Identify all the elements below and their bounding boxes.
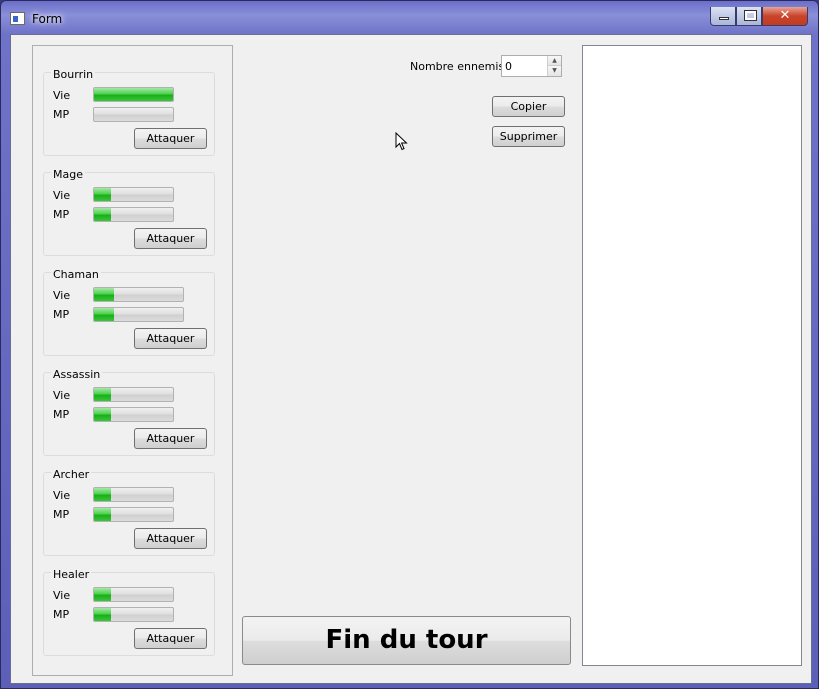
output-panel[interactable] <box>582 45 802 666</box>
mp-bar-fill <box>94 408 112 421</box>
mp-progress-bar <box>93 607 174 622</box>
window-title: Form <box>32 12 63 26</box>
character-group-assassin: Assassin Vie MP Attaquer <box>43 368 215 456</box>
vie-progress-bar <box>93 187 174 202</box>
vie-progress-bar <box>93 287 184 302</box>
vie-bar-fill <box>94 388 112 401</box>
attack-button[interactable]: Attaquer <box>134 628 207 649</box>
close-icon: ✕ <box>779 8 791 23</box>
character-name: Assassin <box>51 368 103 381</box>
character-group-archer: Archer Vie MP Attaquer <box>43 468 215 556</box>
enemy-count-label: Nombre ennemis : <box>410 60 512 73</box>
mp-label: MP <box>53 208 70 221</box>
characters-panel: Bourrin Vie MP Attaquer Mage Vie MP Attaquer Cha… <box>32 45 233 676</box>
character-group-healer: Healer Vie MP Attaquer <box>43 568 215 656</box>
form-app-icon <box>10 12 25 25</box>
delete-button[interactable]: Supprimer <box>492 126 565 147</box>
title-bar[interactable]: Form ✕ <box>1 1 818 33</box>
mp-label: MP <box>53 108 70 121</box>
mp-bar-fill <box>94 208 112 221</box>
vie-bar-fill <box>94 288 114 301</box>
mp-progress-bar <box>93 207 174 222</box>
vie-label: Vie <box>53 489 71 502</box>
copy-button[interactable]: Copier <box>492 96 565 117</box>
vie-progress-bar <box>93 487 174 502</box>
character-group-chaman: Chaman Vie MP Attaquer <box>43 268 215 356</box>
spin-up-arrow-icon[interactable]: ▲ <box>548 56 561 66</box>
mp-bar-fill <box>94 608 112 621</box>
mp-progress-bar <box>93 307 184 322</box>
vie-label: Vie <box>53 389 71 402</box>
form-client-area: Bourrin Vie MP Attaquer Mage Vie MP Attaquer Cha… <box>10 34 812 684</box>
mp-progress-bar <box>93 107 174 122</box>
vie-bar-fill <box>94 588 112 601</box>
vie-bar-fill <box>94 188 112 201</box>
minimize-button[interactable] <box>710 7 736 26</box>
character-name: Mage <box>51 168 85 181</box>
character-group-bourrin: Bourrin Vie MP Attaquer <box>43 68 215 156</box>
vie-bar-fill <box>94 488 112 501</box>
mp-label: MP <box>53 308 70 321</box>
app-window: Form ✕ Bourrin Vie MP Attaquer Mage Vie MP Atta… <box>0 0 819 689</box>
vie-progress-bar <box>93 387 174 402</box>
vie-progress-bar <box>93 587 174 602</box>
vie-label: Vie <box>53 89 71 102</box>
maximize-button[interactable] <box>736 7 762 26</box>
mp-bar-fill <box>94 508 112 521</box>
attack-button[interactable]: Attaquer <box>134 528 207 549</box>
attack-button[interactable]: Attaquer <box>134 328 207 349</box>
vie-label: Vie <box>53 289 71 302</box>
enemy-count-value[interactable]: 0 <box>505 60 512 73</box>
character-name: Archer <box>51 468 92 481</box>
mp-label: MP <box>53 608 70 621</box>
minimize-icon <box>719 17 729 20</box>
mp-label: MP <box>53 408 70 421</box>
mouse-cursor-icon <box>395 132 408 151</box>
attack-button[interactable]: Attaquer <box>134 128 207 149</box>
maximize-icon <box>744 10 757 21</box>
mp-progress-bar <box>93 507 174 522</box>
character-group-mage: Mage Vie MP Attaquer <box>43 168 215 256</box>
character-name: Healer <box>51 568 92 581</box>
mp-label: MP <box>53 508 70 521</box>
enemy-count-spinbox[interactable]: 0 ▲ ▼ <box>501 55 562 77</box>
character-name: Bourrin <box>51 68 96 81</box>
vie-label: Vie <box>53 589 71 602</box>
spin-down-arrow-icon[interactable]: ▼ <box>548 66 561 76</box>
end-turn-button[interactable]: Fin du tour <box>242 616 571 665</box>
attack-button[interactable]: Attaquer <box>134 228 207 249</box>
spinbox-arrows: ▲ ▼ <box>547 56 561 76</box>
attack-button[interactable]: Attaquer <box>134 428 207 449</box>
vie-label: Vie <box>53 189 71 202</box>
vie-bar-fill <box>94 88 173 101</box>
vie-progress-bar <box>93 87 174 102</box>
character-name: Chaman <box>51 268 101 281</box>
mp-bar-fill <box>94 308 114 321</box>
close-button[interactable]: ✕ <box>762 7 808 26</box>
mp-progress-bar <box>93 407 174 422</box>
